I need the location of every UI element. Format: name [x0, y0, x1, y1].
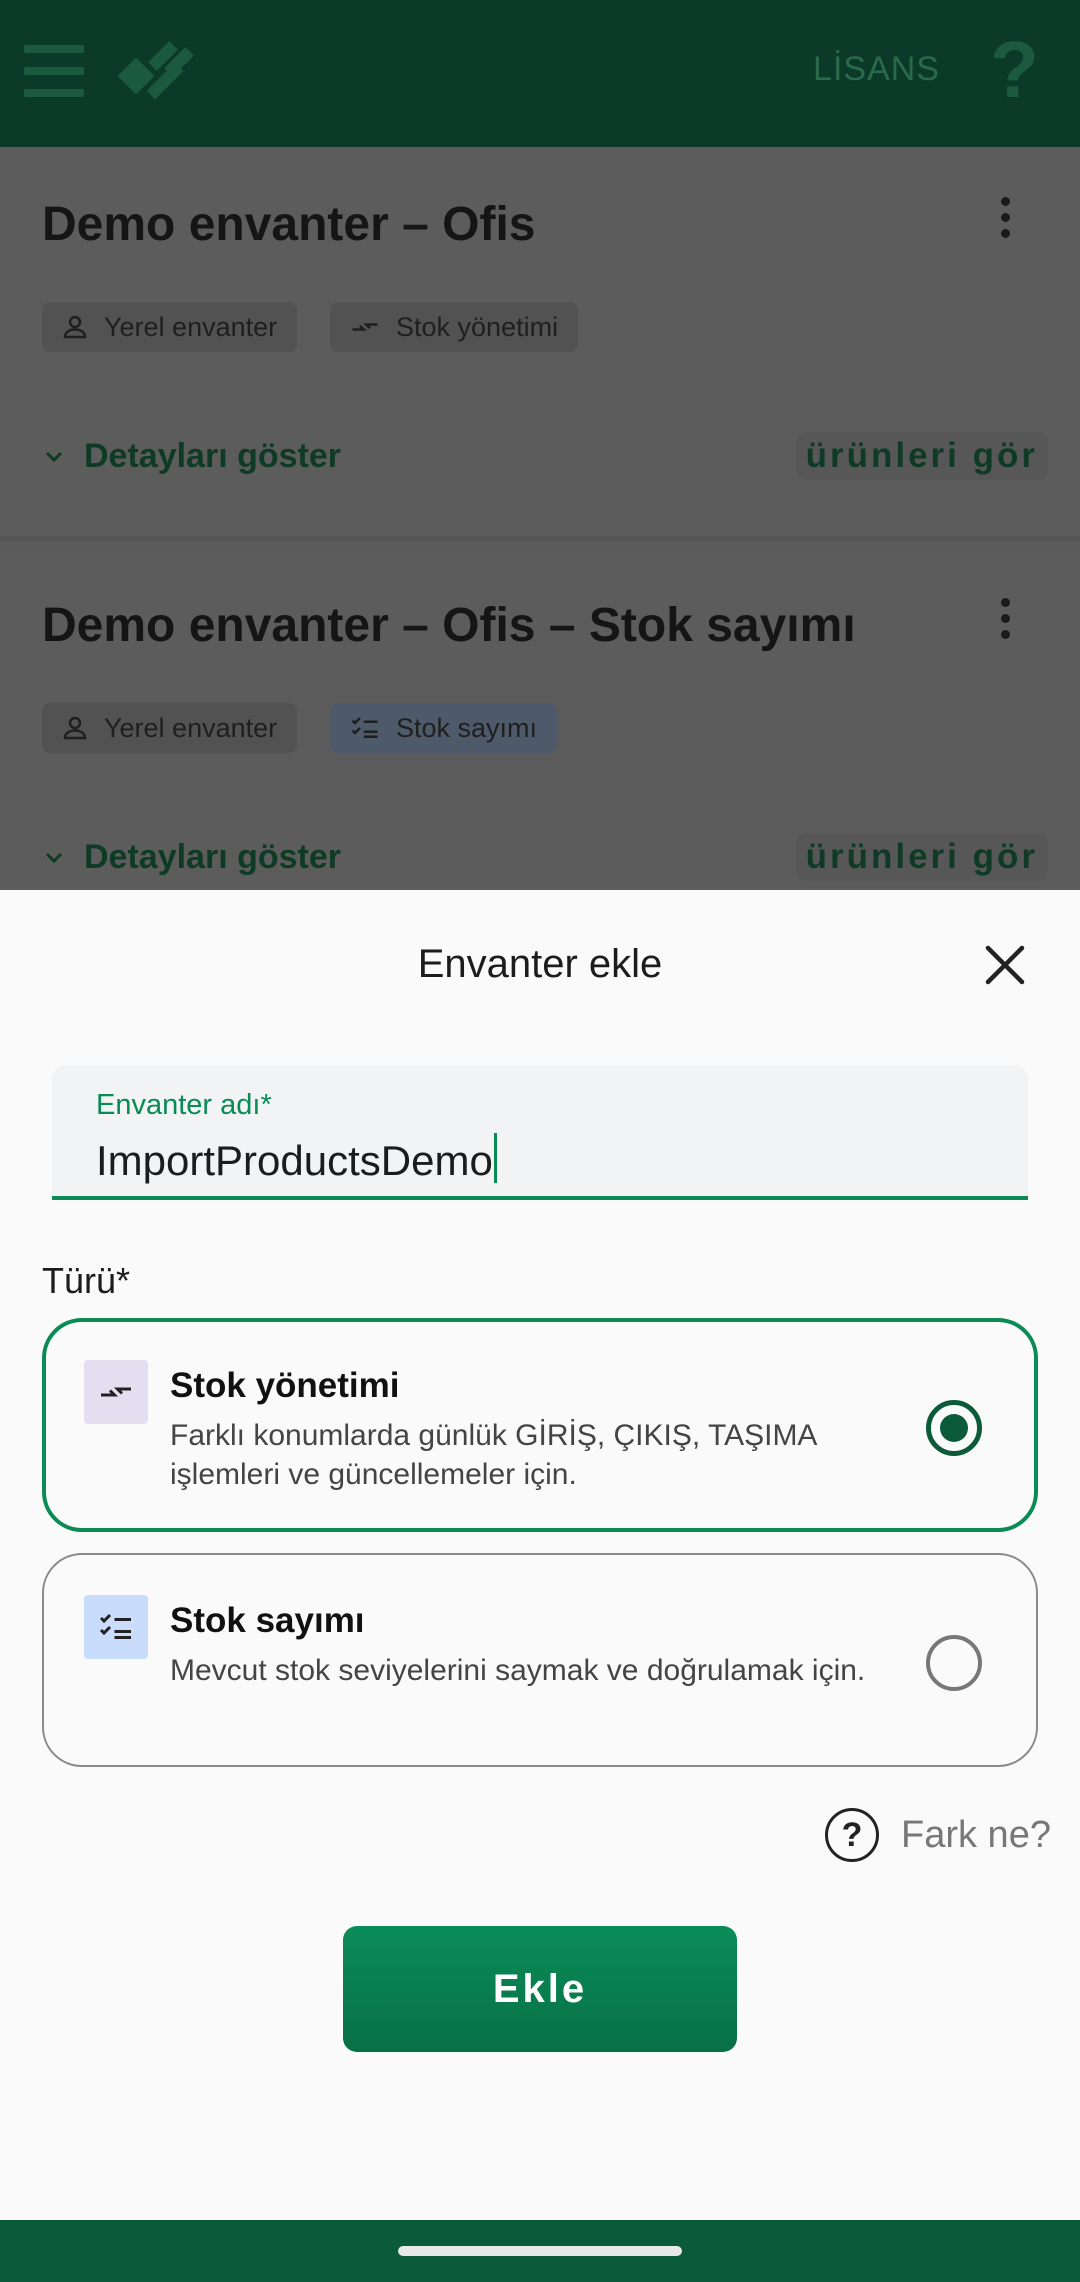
chevron-down-icon	[45, 451, 63, 462]
person-icon	[63, 315, 87, 339]
chip-label: Yerel envanter	[104, 311, 278, 342]
more-options-icon[interactable]	[990, 598, 1020, 648]
close-icon[interactable]	[980, 940, 1030, 990]
checklist-icon	[351, 717, 378, 738]
add-inventory-sheet: Envanter ekle Envanter adı* ImportProduc…	[0, 890, 1080, 2220]
inventory-name-label: Envanter adı*	[96, 1089, 272, 1121]
option-title: Stok yönetimi	[170, 1366, 400, 1405]
show-details-button[interactable]: Detayları göster	[42, 437, 341, 476]
sheet-title: Envanter ekle	[417, 942, 663, 986]
inventory-title: Demo envanter – Ofis	[42, 198, 536, 251]
option-description: Mevcut stok seviyelerini saymak ve doğru…	[170, 1654, 866, 1687]
chip-label: Stok sayımı	[396, 712, 538, 743]
stock-count-option[interactable]: Stok sayımı Mevcut stok seviyelerini say…	[42, 1553, 1038, 1767]
type-label: Türü*	[42, 1260, 131, 1301]
app-logo	[117, 41, 194, 100]
help-circle-icon: ?	[825, 1808, 879, 1862]
chip-label: Yerel envanter	[104, 712, 278, 743]
chevron-down-icon	[45, 852, 63, 863]
inventory-name-input[interactable]: ImportProductsDemo	[96, 1133, 497, 1185]
inventory-card[interactable]: Demo envanter – Ofis – Stok sayımı Yerel…	[0, 548, 1080, 943]
home-gesture-handle[interactable]	[398, 2246, 682, 2256]
system-nav-bar	[0, 2220, 1080, 2282]
checklist-icon	[84, 1595, 148, 1659]
chip-label: Stok yönetimi	[396, 311, 559, 342]
hamburger-menu-icon[interactable]	[24, 45, 84, 97]
inventory-list: Demo envanter – Ofis Yerel envanter Stok…	[0, 147, 1080, 943]
stock-count-chip: Stok sayımı	[330, 703, 558, 753]
see-products-button[interactable]: ürünleri gör	[795, 432, 1048, 480]
radio-unselected[interactable]	[926, 1635, 982, 1691]
person-icon	[63, 716, 87, 740]
show-details-button[interactable]: Detayları göster	[42, 838, 341, 877]
transfer-arrows-icon	[352, 323, 378, 331]
local-inventory-chip: Yerel envanter	[42, 302, 298, 352]
local-inventory-chip: Yerel envanter	[42, 703, 298, 753]
details-label: Detayları göster	[84, 437, 341, 475]
inventory-name-value: ImportProductsDemo	[96, 1137, 493, 1184]
difference-label: Fark ne?	[901, 1813, 1051, 1856]
stock-management-chip: Stok yönetimi	[330, 302, 579, 352]
app-bar: LİSANS ?	[0, 0, 1080, 147]
details-label: Detayları göster	[84, 838, 341, 876]
inventory-title: Demo envanter – Ofis – Stok sayımı	[42, 599, 856, 652]
option-title: Stok sayımı	[170, 1601, 365, 1640]
see-products-button[interactable]: ürünleri gör	[795, 833, 1048, 881]
whats-the-difference-link[interactable]: ? Fark ne?	[825, 1808, 1051, 1862]
option-description: Farklı konumlarda günlük GİRİŞ, ÇIKIŞ, T…	[170, 1419, 816, 1491]
stock-management-option[interactable]: Stok yönetimi Farklı konumlarda günlük G…	[42, 1318, 1038, 1532]
inventory-card[interactable]: Demo envanter – Ofis Yerel envanter Stok…	[0, 147, 1080, 542]
more-options-icon[interactable]	[990, 197, 1020, 247]
add-button[interactable]: Ekle	[343, 1926, 737, 2052]
inventory-name-field[interactable]: Envanter adı* ImportProductsDemo	[52, 1065, 1028, 1200]
transfer-arrows-icon	[84, 1360, 148, 1424]
radio-selected[interactable]	[926, 1400, 982, 1456]
text-caret	[493, 1133, 497, 1183]
license-button[interactable]: LİSANS	[780, 50, 940, 89]
help-icon[interactable]: ?	[990, 30, 1039, 110]
